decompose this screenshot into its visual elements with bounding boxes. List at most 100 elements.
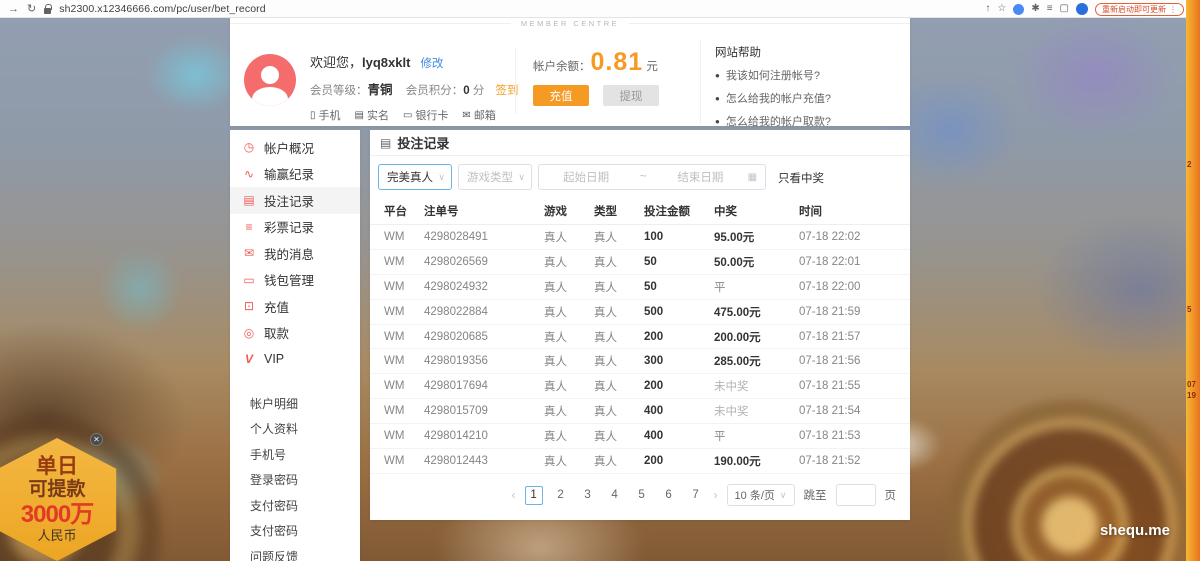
sidebar-item-登录密码[interactable]: 登录密码 [230,467,360,493]
browser-profile-avatar[interactable] [1076,3,1088,15]
page-number-6[interactable]: 6 [660,486,678,505]
browser-bar: → ↻ sh2300.x12346666.com/pc/user/bet_rec… [0,0,1200,18]
cell-amount: 200 [644,331,714,343]
cell-amount: 400 [644,405,714,417]
help-item-label: 怎么给我的帐户充值? [726,90,831,106]
sidebar-item-输赢纪录[interactable]: ∿ 输赢纪录 [230,161,360,188]
column-header: 投注金额 [644,203,714,219]
strip-text-fragment: 07 [1187,380,1196,389]
verify-item[interactable]: ▤ 实名 [355,107,389,123]
chevron-down-icon: ∨ [518,172,525,183]
lock-icon [44,8,51,14]
table-row[interactable]: WM 4298028491 真人 真人 100 95.00元 07-18 22:… [370,225,910,250]
page-number-7[interactable]: 7 [687,486,705,505]
withdraw-button[interactable]: 提现 [603,85,659,106]
platform-select[interactable]: 完美真人 ∨ [378,164,452,190]
cell-amount: 500 [644,306,714,318]
tab-group-icon[interactable]: ▢ [1060,4,1069,14]
strip-text-fragment: 2 [1187,160,1191,169]
win-only-filter[interactable]: 只看中奖 [778,170,824,186]
table-row[interactable]: WM 4298014210 真人 真人 400 平 07-18 21:53 [370,424,910,449]
share-icon[interactable]: ↑ [985,4,990,14]
table-row[interactable]: WM 4298015709 真人 真人 400 未中奖 07-18 21:54 [370,399,910,424]
restart-update-button[interactable]: 重新启动即可更新 ⋮ [1095,3,1184,16]
help-item[interactable]: ● 怎么给我的帐户充值? [715,90,905,106]
cell-bet-no: 4298019356 [424,355,544,367]
table-row[interactable]: WM 4298019356 真人 真人 300 285.00元 07-18 21… [370,349,910,374]
site-watermark: shequ.me [1100,522,1170,539]
verify-item[interactable]: ✉ 邮箱 [462,107,495,123]
sidebar-item-问题反馈[interactable]: 问题反馈 [230,544,360,561]
modify-link[interactable]: 修改 [420,58,443,70]
cell-win: 50.00元 [714,254,799,270]
cell-platform: WM [384,455,424,467]
table-row[interactable]: WM 4298026569 真人 真人 50 50.00元 07-18 22:0… [370,250,910,275]
sidebar-item-帐户概况[interactable]: ◷ 帐户概况 [230,134,360,161]
sidebar-item-VIP[interactable]: V VIP [230,346,360,373]
bullet-icon: ● [715,71,720,80]
sidebar-item-帐户明细[interactable]: 帐户明细 [230,391,360,417]
verify-item[interactable]: ▯ 手机 [310,107,341,123]
sidebar-item-个人资料[interactable]: 个人资料 [230,416,360,442]
forward-icon[interactable]: → [8,4,19,15]
verify-item-label: 手机 [319,107,341,123]
cell-game: 真人 [544,403,594,419]
cell-platform: WM [384,281,424,293]
jump-page-input[interactable] [836,484,876,506]
sidebar-item-彩票记录[interactable]: ≡ 彩票记录 [230,214,360,241]
page-number-3[interactable]: 3 [579,486,597,505]
sidebar-item-支付密码[interactable]: 支付密码 [230,493,360,519]
cell-amount: 100 [644,231,714,243]
page-number-5[interactable]: 5 [633,486,651,505]
sidebar-item-支付密码[interactable]: 支付密码 [230,518,360,544]
right-edge-strip: 250719 [1186,0,1200,561]
sidebar-item-我的消息[interactable]: ✉ 我的消息 [230,240,360,267]
cell-win: 未中奖 [714,378,799,394]
cell-amount: 50 [644,256,714,268]
sidebar-item-投注记录[interactable]: ▤ 投注记录 [230,187,360,214]
kebab-menu-icon[interactable]: ⋮ [1169,5,1177,14]
phone-icon: ▯ [310,110,316,121]
paw-extension-icon[interactable]: ✱ [1031,4,1039,14]
cell-amount: 400 [644,430,714,442]
wallet-icon: ▭ [242,273,256,287]
game-type-select[interactable]: 游戏类型 ∨ [458,164,532,190]
cell-game: 真人 [544,329,594,345]
table-row[interactable]: WM 4298022884 真人 真人 500 475.00元 07-18 21… [370,300,910,325]
extension-icon[interactable] [1013,4,1024,15]
table-row[interactable]: WM 4298024932 真人 真人 50 平 07-18 22:00 [370,275,910,300]
next-page-button[interactable]: › [714,488,718,502]
address-bar[interactable]: sh2300.x12346666.com/pc/user/bet_record [59,3,265,15]
help-item[interactable]: ● 怎么给我的帐户取款? [715,113,905,129]
reading-list-icon[interactable]: ≡ [1047,4,1053,14]
bookmark-star-icon[interactable]: ☆ [997,4,1006,14]
table-body: WM 4298028491 真人 真人 100 95.00元 07-18 22:… [370,225,910,474]
recharge-button[interactable]: 充值 [533,85,589,106]
cell-type: 真人 [594,254,644,270]
page-number-4[interactable]: 4 [606,486,624,505]
page-number-1[interactable]: 1 [525,486,543,505]
document-icon: ▤ [242,193,256,207]
verify-item[interactable]: ▭ 银行卡 [403,107,448,123]
promo-line1: 单日 [36,455,78,479]
reload-icon[interactable]: ↻ [27,4,36,15]
page-number-2[interactable]: 2 [552,486,570,505]
sidebar-item-充值[interactable]: ⊡ 充值 [230,293,360,320]
pagination: ‹1234567› 10 条/页 ∨ 跳至 页 [512,484,896,506]
table-row[interactable]: WM 4298020685 真人 真人 200 200.00元 07-18 21… [370,325,910,350]
promo-close-button[interactable]: ✕ [90,433,103,446]
table-row[interactable]: WM 4298017694 真人 真人 200 未中奖 07-18 21:55 [370,374,910,399]
sidebar-item-取款[interactable]: ◎ 取款 [230,320,360,347]
page-size-select[interactable]: 10 条/页 ∨ [727,484,795,506]
balance-value: 0.81 [591,48,644,76]
sidebar-item-钱包管理[interactable]: ▭ 钱包管理 [230,267,360,294]
cell-type: 真人 [594,403,644,419]
platform-select-value: 完美真人 [387,169,433,185]
sidebar-item-手机号[interactable]: 手机号 [230,442,360,468]
table-row[interactable]: WM 4298012443 真人 真人 200 190.00元 07-18 21… [370,449,910,474]
welcome-row: 欢迎您，lyq8xklt修改 [310,52,519,71]
help-item[interactable]: ● 我该如何注册帐号? [715,67,905,83]
cell-time: 07-18 21:59 [799,306,894,318]
prev-page-button[interactable]: ‹ [512,488,516,502]
date-range-input[interactable]: 起始日期 ~ 结束日期 ▦ [538,164,766,190]
